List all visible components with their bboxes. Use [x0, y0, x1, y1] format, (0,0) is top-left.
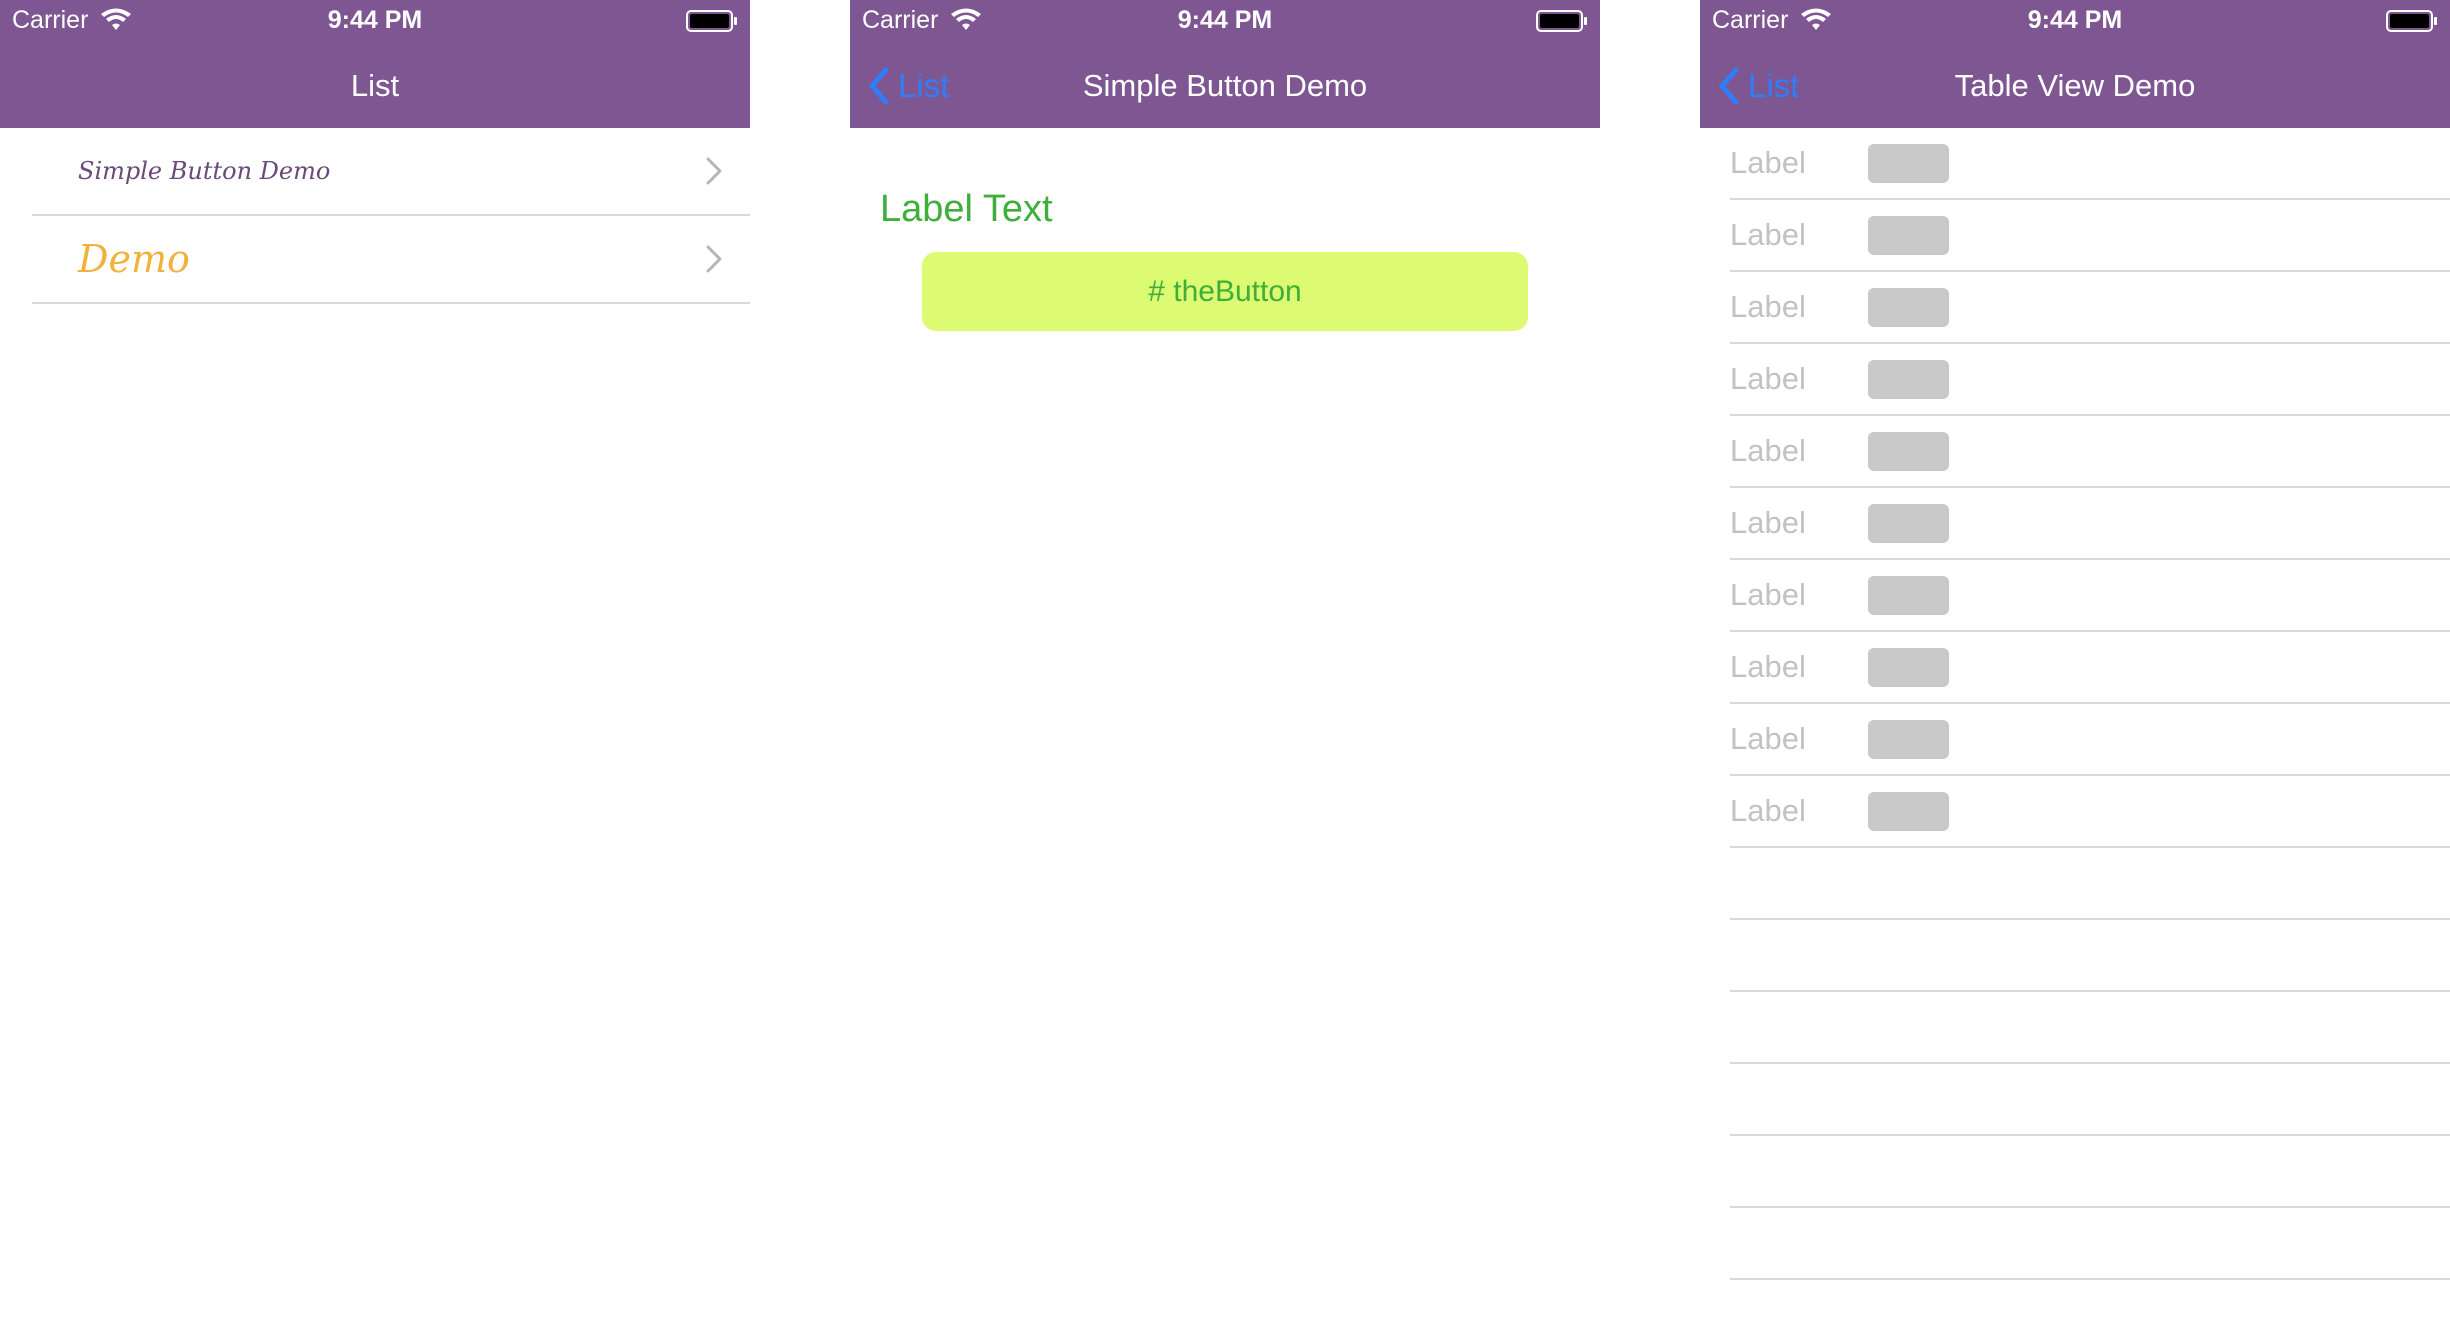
table-row[interactable]: Label: [1730, 344, 2450, 416]
screen-list: Carrier 9:44 PM List Simple Button Demo …: [0, 0, 750, 1334]
status-time: 9:44 PM: [2027, 6, 2123, 34]
chevron-left-icon: [1719, 67, 1739, 105]
status-bar: Carrier 9:44 PM: [850, 0, 1600, 40]
battery-icon: [1536, 10, 1587, 32]
cell-placeholder: [1868, 648, 1949, 687]
cell-placeholder: [1868, 504, 1949, 543]
table-row[interactable]: Label: [1730, 272, 2450, 344]
cell-label: Label: [1730, 649, 1806, 684]
status-bar: Carrier 9:44 PM: [1700, 0, 2450, 40]
cell-placeholder: [1868, 720, 1949, 759]
back-label: List: [1748, 67, 1800, 104]
label-text: Label Text: [880, 188, 1053, 230]
cell-label: Label: [1730, 577, 1806, 612]
table-row[interactable]: Label: [1730, 200, 2450, 272]
navigation-bar: Carrier 9:44 PM Simple Button Demo List: [850, 0, 1600, 128]
table-row[interactable]: Label: [1730, 632, 2450, 704]
empty-table-row: [1730, 848, 2450, 920]
navigation-bar: Carrier 9:44 PM List: [0, 0, 750, 128]
battery-icon: [686, 10, 737, 32]
back-button[interactable]: List: [866, 62, 949, 110]
table-row[interactable]: Label: [1730, 704, 2450, 776]
cell-placeholder: [1868, 288, 1949, 327]
screen-table-view-demo: Carrier 9:44 PM Table View Demo List Lab…: [1700, 0, 2450, 1334]
table-row[interactable]: Label: [1730, 560, 2450, 632]
status-bar: Carrier 9:44 PM: [0, 0, 750, 40]
list-row-simple-button-demo[interactable]: Simple Button Demo: [32, 128, 750, 216]
cell-label: Label: [1730, 793, 1806, 828]
empty-table-row: [1730, 992, 2450, 1064]
cell-placeholder: [1868, 792, 1949, 831]
table-row[interactable]: Label: [1730, 128, 2450, 200]
battery-icon: [2386, 10, 2437, 32]
table-row[interactable]: Label: [1730, 776, 2450, 848]
chevron-right-icon: [706, 245, 722, 273]
status-time: 9:44 PM: [1177, 6, 1273, 34]
chevron-left-icon: [869, 67, 889, 105]
back-button[interactable]: List: [1716, 62, 1799, 110]
nav-title: Table View Demo: [1954, 68, 2196, 103]
screen-simple-button-demo: Carrier 9:44 PM Simple Button Demo List …: [850, 0, 1600, 1334]
nav-title: List: [350, 68, 400, 103]
cell-label: Label: [1730, 721, 1806, 756]
chevron-right-icon: [706, 157, 722, 185]
cell-label: Label: [1730, 217, 1806, 252]
cell-label: Label: [1730, 433, 1806, 468]
empty-table-row: [1730, 1208, 2450, 1280]
table-row[interactable]: Label: [1730, 416, 2450, 488]
cell-placeholder: [1868, 360, 1949, 399]
table-row[interactable]: Label: [1730, 488, 2450, 560]
row-label: Demo: [78, 237, 190, 281]
cell-placeholder: [1868, 216, 1949, 255]
navigation-bar: Carrier 9:44 PM Table View Demo List: [1700, 0, 2450, 128]
cell-placeholder: [1868, 144, 1949, 183]
empty-table-row: [1730, 920, 2450, 992]
back-label: List: [898, 67, 950, 104]
cell-placeholder: [1868, 576, 1949, 615]
cell-label: Label: [1730, 289, 1806, 324]
cell-label: Label: [1730, 361, 1806, 396]
the-button[interactable]: # theButton: [922, 252, 1528, 331]
list-row-demo[interactable]: Demo: [32, 216, 750, 304]
cell-label: Label: [1730, 145, 1806, 180]
status-time: 9:44 PM: [327, 6, 423, 34]
empty-table-row: [1730, 1064, 2450, 1136]
cell-placeholder: [1868, 432, 1949, 471]
row-label: Simple Button Demo: [78, 157, 331, 185]
empty-table-row: [1730, 1136, 2450, 1208]
nav-title: Simple Button Demo: [1082, 68, 1368, 103]
cell-label: Label: [1730, 505, 1806, 540]
